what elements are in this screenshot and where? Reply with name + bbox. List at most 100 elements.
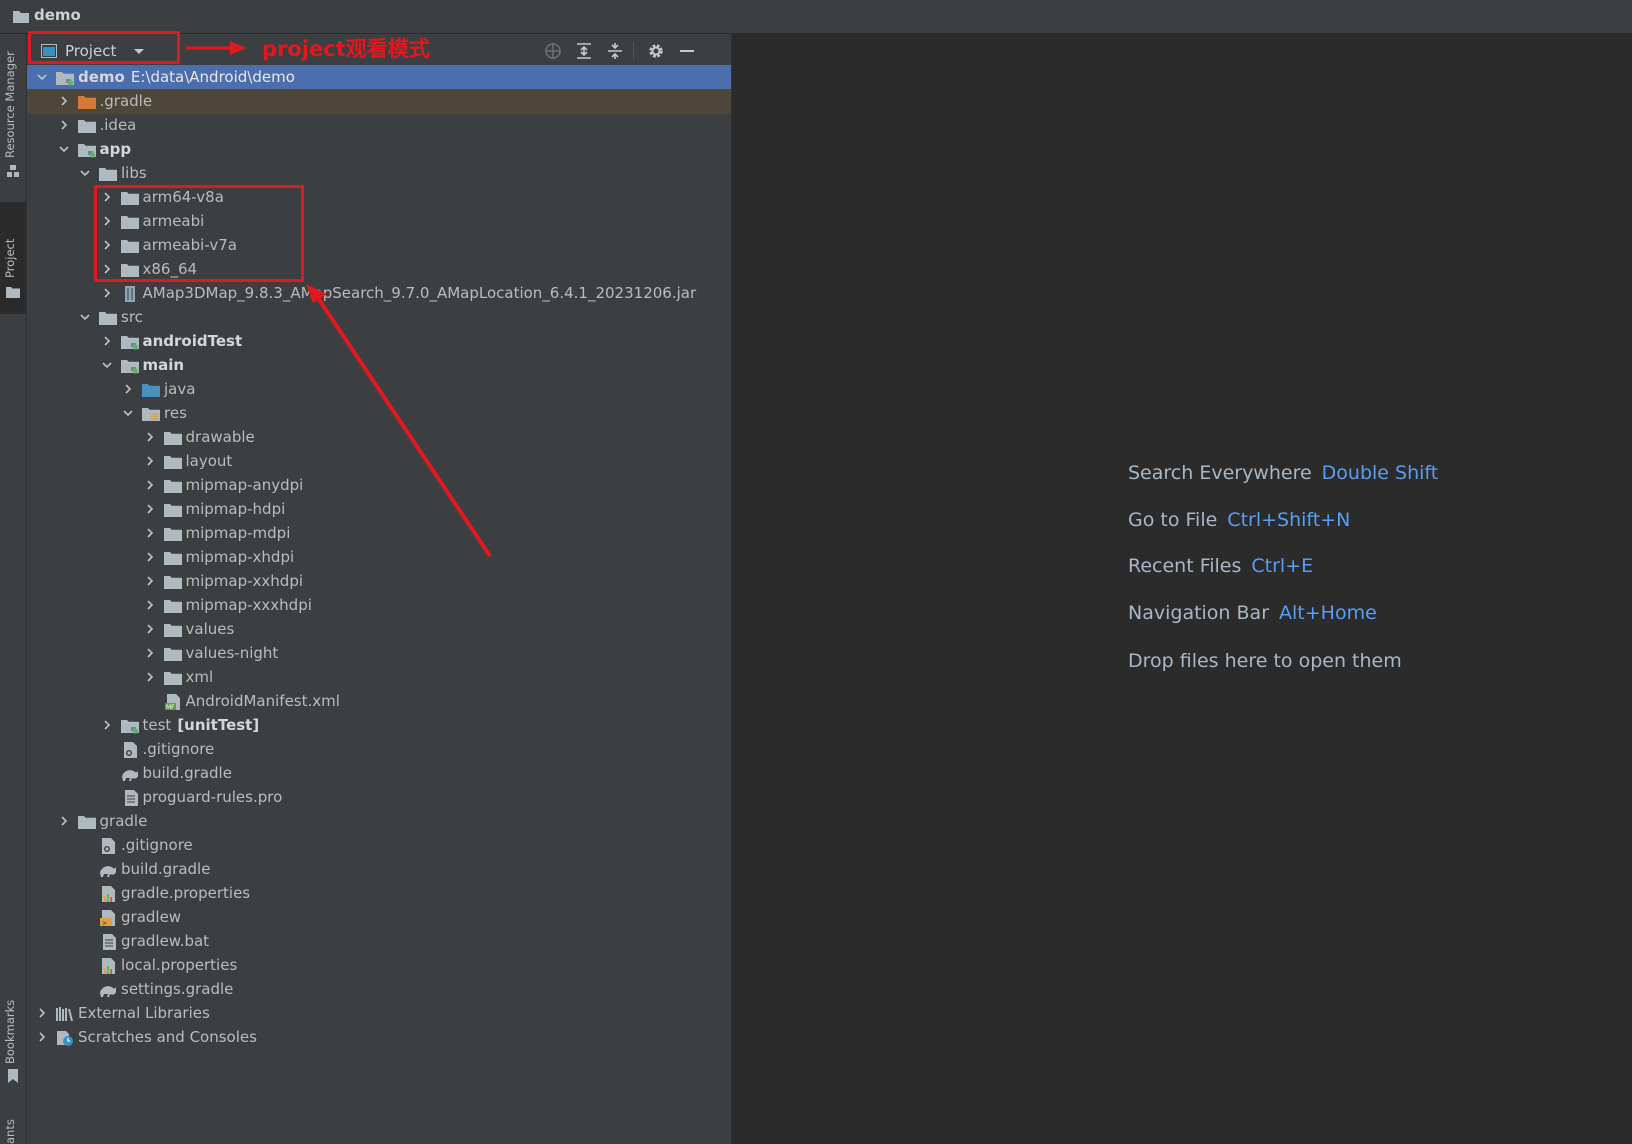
bookmarks-tab[interactable]: Bookmarks <box>3 1000 17 1064</box>
tree-row[interactable]: gradlew.bat <box>27 929 731 954</box>
collapse-all-button[interactable] <box>604 40 626 62</box>
tree-item-name: build.gradle <box>142 764 232 782</box>
tree-item-label: mipmap-anydpi <box>186 476 304 494</box>
tree-item-name: AMap3DMap_9.8.3_AMapSearch_9.7.0_AMapLoc… <box>142 284 697 302</box>
chevron-right-icon[interactable] <box>101 335 113 347</box>
expand-all-button[interactable] <box>573 40 595 62</box>
tree-row[interactable]: local.properties <box>27 953 731 978</box>
tree-row[interactable]: mipmap-xhdpi <box>27 545 731 570</box>
tree-row[interactable]: mipmap-xxhdpi <box>27 569 731 594</box>
tree-item-name: .gitignore <box>121 836 193 854</box>
tree-row[interactable]: .gitignore <box>27 737 731 762</box>
tree-row[interactable]: External Libraries <box>27 1001 731 1026</box>
collapse-all-icon <box>608 43 622 59</box>
tree-item-name: build.gradle <box>121 860 211 878</box>
gradle-file-icon <box>100 986 116 997</box>
chevron-right-icon[interactable] <box>58 119 70 131</box>
tree-row[interactable]: .idea <box>27 113 731 138</box>
chevron-right-icon[interactable] <box>36 1031 48 1043</box>
tree-row[interactable]: src <box>27 305 731 330</box>
tree-row[interactable]: app <box>27 137 731 162</box>
tree-item-label: local.properties <box>121 956 237 974</box>
tree-row[interactable]: mipmap-mdpi <box>27 521 731 546</box>
tree-row[interactable]: values <box>27 617 731 642</box>
left-tool-strip: Resource Manager Project Bookmarks ants <box>0 34 27 1144</box>
hint-text: Recent Files <box>1128 555 1242 577</box>
chevron-right-icon[interactable] <box>58 815 70 827</box>
chevron-right-icon[interactable] <box>144 503 156 515</box>
build-variants-tab[interactable]: ants <box>3 1119 17 1144</box>
tree-row[interactable]: Scratches and Consoles <box>27 1025 731 1050</box>
tree-item-name: values <box>185 620 235 638</box>
tree-row[interactable]: build.gradle <box>27 761 731 786</box>
chevron-down-icon[interactable] <box>79 167 91 179</box>
chevron-right-icon[interactable] <box>58 95 70 107</box>
folder-icon <box>163 456 182 469</box>
tree-item-label: libs <box>121 164 147 182</box>
tree-row[interactable]: AMap3DMap_9.8.3_AMapSearch_9.7.0_AMapLoc… <box>27 281 731 306</box>
hint-text: Drop files here to open them <box>1128 650 1402 672</box>
chevron-right-icon[interactable] <box>144 455 156 467</box>
tree-row[interactable]: mipmap-anydpi <box>27 473 731 498</box>
chevron-down-icon[interactable] <box>58 143 70 155</box>
editor-hint: Drop files here to open them <box>1128 650 1402 672</box>
tree-row[interactable]: res <box>27 401 731 426</box>
chevron-down-icon[interactable] <box>36 71 48 83</box>
hide-panel-button[interactable] <box>676 40 698 62</box>
chevron-down-icon[interactable] <box>101 359 113 371</box>
chevron-right-icon[interactable] <box>144 527 156 539</box>
settings-button[interactable] <box>645 40 667 62</box>
tree-item-label: values <box>186 620 235 638</box>
chevron-right-icon[interactable] <box>144 623 156 635</box>
module-folder-icon <box>120 336 139 350</box>
tree-row[interactable]: MF AndroidManifest.xml <box>27 689 731 714</box>
project-tab[interactable]: Project <box>3 239 17 278</box>
tree-row[interactable]: gradle <box>27 809 731 834</box>
chevron-right-icon[interactable] <box>144 647 156 659</box>
tree-row[interactable]: demo E:\data\Android\demo <box>27 65 731 90</box>
tree-row[interactable]: java <box>27 377 731 402</box>
tree-row[interactable]: main <box>27 353 731 378</box>
tree-item-label: drawable <box>186 428 255 446</box>
tree-row[interactable]: proguard-rules.pro <box>27 785 731 810</box>
tree-row[interactable]: >_ gradlew <box>27 905 731 930</box>
chevron-right-icon[interactable] <box>144 599 156 611</box>
tree-row[interactable]: .gitignore <box>27 833 731 858</box>
chevron-right-icon[interactable] <box>144 431 156 443</box>
tree-row[interactable]: settings.gradle <box>27 977 731 1002</box>
locate-button[interactable] <box>542 40 564 62</box>
chevron-down-icon[interactable] <box>79 311 91 323</box>
tree-row[interactable]: xml <box>27 665 731 690</box>
tree-row[interactable]: libs <box>27 161 731 186</box>
tree-item-name: mipmap-mdpi <box>185 524 291 542</box>
chevron-right-icon[interactable] <box>144 479 156 491</box>
module-folder-icon <box>56 72 74 86</box>
tree-row[interactable]: gradle.properties <box>27 881 731 906</box>
window-title: demo <box>34 6 81 24</box>
tree-row[interactable]: .gradle <box>27 89 731 114</box>
tree-item-label: AMap3DMap_9.8.3_AMapSearch_9.7.0_AMapLoc… <box>143 284 697 302</box>
chevron-down-icon[interactable] <box>122 407 134 419</box>
tree-item-label: gradlew.bat <box>121 932 209 950</box>
chevron-right-icon[interactable] <box>144 671 156 683</box>
chevron-right-icon[interactable] <box>36 1007 48 1019</box>
chevron-right-icon[interactable] <box>101 287 113 299</box>
folder-icon <box>77 816 96 829</box>
tree-item-label: test [unitTest] <box>143 716 260 734</box>
tree-row[interactable]: test [unitTest] <box>27 713 731 738</box>
folder-icon <box>163 624 182 637</box>
tree-row[interactable]: drawable <box>27 425 731 450</box>
chevron-right-icon[interactable] <box>122 383 134 395</box>
resource-folder-icon <box>142 408 160 421</box>
tree-row[interactable]: mipmap-hdpi <box>27 497 731 522</box>
chevron-right-icon[interactable] <box>101 719 113 731</box>
tree-item-name: main <box>142 356 185 374</box>
chevron-right-icon[interactable] <box>144 551 156 563</box>
tree-row[interactable]: build.gradle <box>27 857 731 882</box>
tree-row[interactable]: androidTest <box>27 329 731 354</box>
chevron-right-icon[interactable] <box>144 575 156 587</box>
tree-row[interactable]: values-night <box>27 641 731 666</box>
resource-manager-tab[interactable]: Resource Manager <box>3 51 17 158</box>
tree-row[interactable]: layout <box>27 449 731 474</box>
tree-row[interactable]: mipmap-xxxhdpi <box>27 593 731 618</box>
